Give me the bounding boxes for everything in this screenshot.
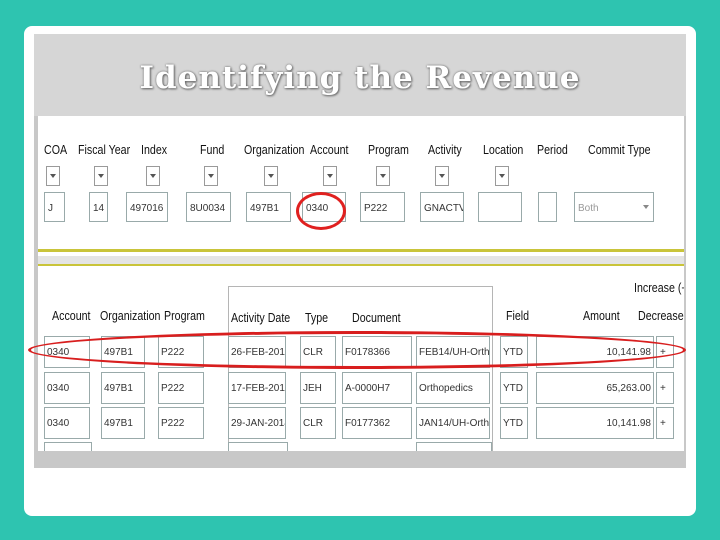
fiscal-year-lookup-button[interactable] — [94, 166, 108, 186]
organization-field[interactable]: 497B1 — [246, 192, 291, 222]
cell-increase-decrease[interactable]: + — [656, 372, 674, 404]
header-period: Period — [537, 142, 568, 157]
coa-field[interactable]: J — [44, 192, 65, 222]
header-fund: Fund — [200, 142, 225, 157]
activity-field[interactable]: GNACTV — [420, 192, 464, 222]
cell-field[interactable]: YTD — [500, 407, 528, 439]
header-location: Location — [483, 142, 524, 157]
program-field[interactable]: P222 — [360, 192, 405, 222]
section-divider-lower — [38, 264, 684, 266]
cell-increase-decrease[interactable]: + — [656, 407, 674, 439]
cell-document[interactable]: F0177362 — [342, 407, 412, 439]
col-header-field: Field — [506, 308, 530, 323]
index-lookup-button[interactable] — [146, 166, 160, 186]
cell-program[interactable]: P222 — [158, 372, 204, 404]
title-bar: Identifying the Revenue — [34, 34, 686, 116]
header-account: Account — [310, 142, 349, 157]
section-divider — [38, 249, 684, 252]
coa-lookup-button[interactable] — [46, 166, 60, 186]
period-field[interactable] — [538, 192, 557, 222]
table-row-partial — [228, 442, 288, 451]
header-coa: COA — [44, 142, 68, 157]
cell-amount[interactable]: 65,263.00 — [536, 372, 654, 404]
cell-type[interactable]: CLR — [300, 407, 336, 439]
location-lookup-button[interactable] — [495, 166, 509, 186]
cell-description[interactable]: JAN14/UH-Ortho SA-La — [416, 407, 490, 439]
cell-description[interactable]: Orthopedics — [416, 372, 490, 404]
col-header-decrease: Decrease ( — [638, 308, 684, 323]
cell-account[interactable]: 0340 — [44, 407, 90, 439]
cell-document[interactable]: A-0000H7 — [342, 372, 412, 404]
col-header-account: Account — [52, 308, 91, 323]
fund-field[interactable]: 8U0034 — [186, 192, 231, 222]
section-spacer — [38, 256, 684, 264]
cell-program[interactable]: P222 — [158, 407, 204, 439]
cell-type[interactable]: JEH — [300, 372, 336, 404]
cell-activity-date[interactable]: 17-FEB-2014 — [228, 372, 286, 404]
header-organization: Organization — [244, 142, 305, 157]
commit-type-value: Both — [578, 203, 599, 214]
chevron-down-icon — [643, 205, 649, 209]
cell-amount[interactable]: 10,141.98 — [536, 407, 654, 439]
slide-title: Identifying the Revenue — [139, 60, 581, 96]
cell-account[interactable]: 0340 — [44, 372, 90, 404]
cell-activity-date[interactable]: 29-JAN-2014 — [228, 407, 286, 439]
cell-organization[interactable]: 497B1 — [101, 407, 145, 439]
location-field[interactable] — [478, 192, 522, 222]
cell-organization[interactable]: 497B1 — [101, 372, 145, 404]
header-index: Index — [141, 142, 168, 157]
account-lookup-button[interactable] — [323, 166, 337, 186]
header-fiscal-year: Fiscal Year — [78, 142, 131, 157]
table-row-partial — [416, 442, 492, 451]
commit-type-select[interactable]: Both — [574, 192, 654, 222]
cell-field[interactable]: YTD — [500, 372, 528, 404]
col-header-amount: Amount — [583, 308, 620, 323]
header-commit-type: Commit Type — [588, 142, 651, 157]
activity-lookup-button[interactable] — [435, 166, 449, 186]
program-lookup-button[interactable] — [376, 166, 390, 186]
table-row-partial — [44, 442, 92, 451]
index-field[interactable]: 497016 — [126, 192, 168, 222]
fiscal-year-field[interactable]: 14 — [89, 192, 108, 222]
col-header-program: Program — [164, 308, 205, 323]
col-header-organization: Organization — [100, 308, 161, 323]
col-header-increase: Increase (+) — [634, 280, 684, 295]
screenshot-panel: COA Fiscal Year Index Fund Organization … — [34, 116, 686, 468]
row-highlight-ellipse — [28, 331, 686, 369]
header-activity: Activity — [428, 142, 462, 157]
organization-lookup-button[interactable] — [264, 166, 278, 186]
header-program: Program — [368, 142, 409, 157]
banner-form: COA Fiscal Year Index Fund Organization … — [38, 116, 684, 451]
fund-lookup-button[interactable] — [204, 166, 218, 186]
account-highlight-circle — [296, 192, 346, 230]
